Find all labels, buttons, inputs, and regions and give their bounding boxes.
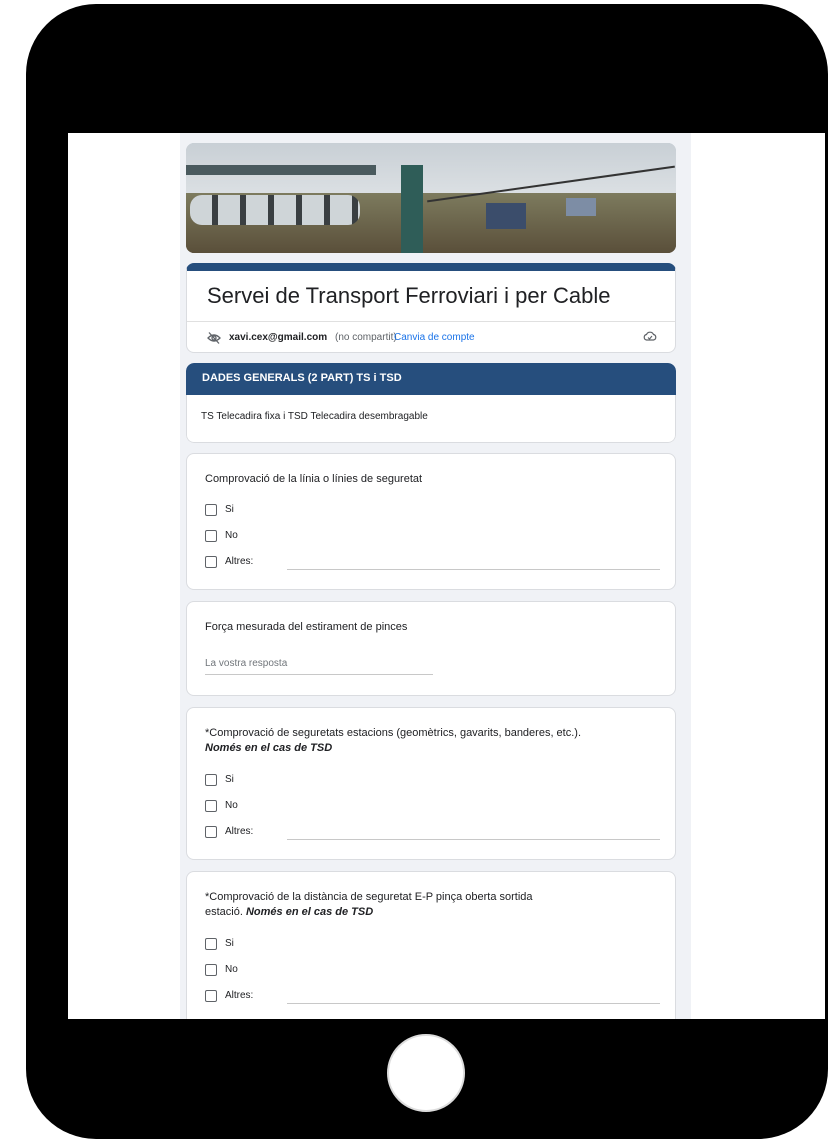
option-label: Si xyxy=(225,938,234,949)
checkbox[interactable] xyxy=(205,530,217,542)
option-label: Altres: xyxy=(225,990,254,1001)
banner-chair xyxy=(566,198,596,216)
other-text-input[interactable] xyxy=(287,1003,660,1004)
question-card-safety-lines: Comprovació de la línia o línies de segu… xyxy=(186,453,676,590)
question-title: Força mesurada del estirament de pinces xyxy=(205,621,408,633)
account-email: xavi.cex@gmail.com xyxy=(229,332,328,343)
question-note: Només en el cas de TSD xyxy=(205,742,333,754)
banner-sheaves xyxy=(190,195,360,225)
other-text-input[interactable] xyxy=(287,569,660,570)
question-title: Comprovació de la línia o línies de segu… xyxy=(205,473,423,485)
section-description-box: TS Telecadira fixa i TSD Telecadira dese… xyxy=(186,395,676,443)
form-title: Servei de Transport Ferroviari i per Cab… xyxy=(207,283,611,308)
answer-input[interactable]: La vostra resposta xyxy=(205,658,287,669)
section-header-card: DADES GENERALS (2 PART) TS i TSD TS Tele… xyxy=(186,363,676,443)
banner-beam xyxy=(186,165,376,175)
section-description: TS Telecadira fixa i TSD Telecadira dese… xyxy=(201,411,428,422)
question-title-line1: *Comprovació de la distància de segureta… xyxy=(205,891,533,903)
section-bar: DADES GENERALS (2 PART) TS i TSD xyxy=(186,363,676,395)
form-column: Servei de Transport Ferroviari i per Cab… xyxy=(180,133,691,1019)
cloud-saved-icon xyxy=(643,330,657,345)
option-label: Si xyxy=(225,504,234,515)
checkbox[interactable] xyxy=(205,990,217,1002)
checkbox[interactable] xyxy=(205,800,217,812)
section-title: DADES GENERALS (2 PART) TS i TSD xyxy=(202,372,402,384)
form-header-card: Servei de Transport Ferroviari i per Cab… xyxy=(186,263,676,353)
answer-underline xyxy=(205,674,433,675)
checkbox[interactable] xyxy=(205,938,217,950)
question-note: Només en el cas de TSD xyxy=(245,906,374,918)
question-card-clamp-force: Força mesurada del estirament de pinces … xyxy=(186,601,676,696)
option-label: No xyxy=(225,964,238,975)
checkbox[interactable] xyxy=(205,826,217,838)
banner-tower xyxy=(401,165,423,253)
question-title-line2: estació. xyxy=(205,906,243,918)
question-title: *Comprovació de la distància de segureta… xyxy=(205,890,665,920)
question-title: *Comprovació de seguretats estacions (ge… xyxy=(205,726,665,756)
banner-chair xyxy=(486,203,526,229)
option-label: No xyxy=(225,800,238,811)
option-label: Altres: xyxy=(225,556,254,567)
account-row: xavi.cex@gmail.com (no compartit) Canvia… xyxy=(187,321,675,354)
checkbox[interactable] xyxy=(205,774,217,786)
other-text-input[interactable] xyxy=(287,839,660,840)
question-card-station-safety: *Comprovació de seguretats estacions (ge… xyxy=(186,707,676,860)
home-button[interactable] xyxy=(387,1034,465,1112)
option-label: Altres: xyxy=(225,826,254,837)
switch-account-link[interactable]: Canvia de compte xyxy=(394,332,475,343)
question-title-text: *Comprovació de seguretats estacions (ge… xyxy=(205,727,582,739)
checkbox[interactable] xyxy=(205,964,217,976)
header-banner-image xyxy=(186,143,676,253)
option-label: No xyxy=(225,530,238,541)
question-card-clamp-distance: *Comprovació de la distància de segureta… xyxy=(186,871,676,1019)
screen: Servei de Transport Ferroviari i per Cab… xyxy=(68,133,825,1019)
eye-off-icon xyxy=(207,331,221,345)
account-sharing-note: (no compartit) xyxy=(335,332,397,343)
option-label: Si xyxy=(225,774,234,785)
checkbox[interactable] xyxy=(205,556,217,568)
checkbox[interactable] xyxy=(205,504,217,516)
